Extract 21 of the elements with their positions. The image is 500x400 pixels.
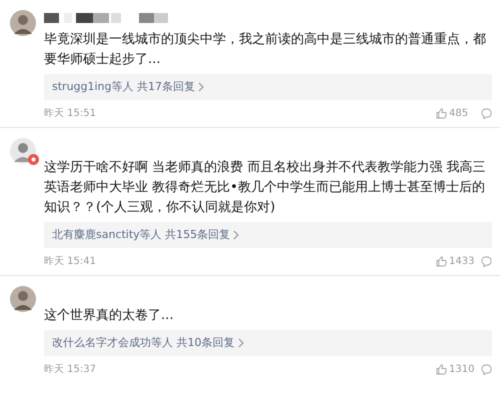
comment-icon[interactable] [481,256,492,267]
chevron-right-icon [238,338,244,348]
comment-text: 这学历干啥不好啊 当老师真的浪费 而且名校出身并不代表教学能力强 我高三英语老师中大毕业 教得奇烂无比•教几个中学生而已能用上博士甚至博士后的知识？？(个人三观，你不认同就是你对) [44,159,486,217]
comment-time: 昨天 15:37 [44,363,96,377]
comment-icon[interactable] [481,108,492,119]
comment-time: 昨天 15:51 [44,107,96,121]
replies-link[interactable]: 北有麋鹿sanctity等人 共155条回复 [44,222,492,248]
chevron-right-icon [233,230,240,240]
thumbs-up-icon[interactable] [436,256,447,267]
comment-time: 昨天 15:41 [44,255,96,269]
avatar-icon [10,10,36,36]
comment-text: 毕竟深圳是一线城市的顶尖中学，我之前读的高中是三线城市的普通重点，都要华师硕士起步了... [44,30,487,69]
thumbs-up-icon[interactable] [436,364,447,375]
thumbs-up-icon[interactable] [436,108,447,119]
avatar-icon [10,286,36,312]
comment-text: 这个世界真的太卷了... [44,307,174,325]
replies-link[interactable]: strugg1ing等人 共17条回复 [44,74,492,100]
replies-link[interactable]: 改什么名字才会成功等人 共10条回复 [44,330,492,356]
chevron-right-icon [198,82,204,92]
like-count: 485 [449,107,470,121]
comment-icon[interactable] [481,364,492,375]
